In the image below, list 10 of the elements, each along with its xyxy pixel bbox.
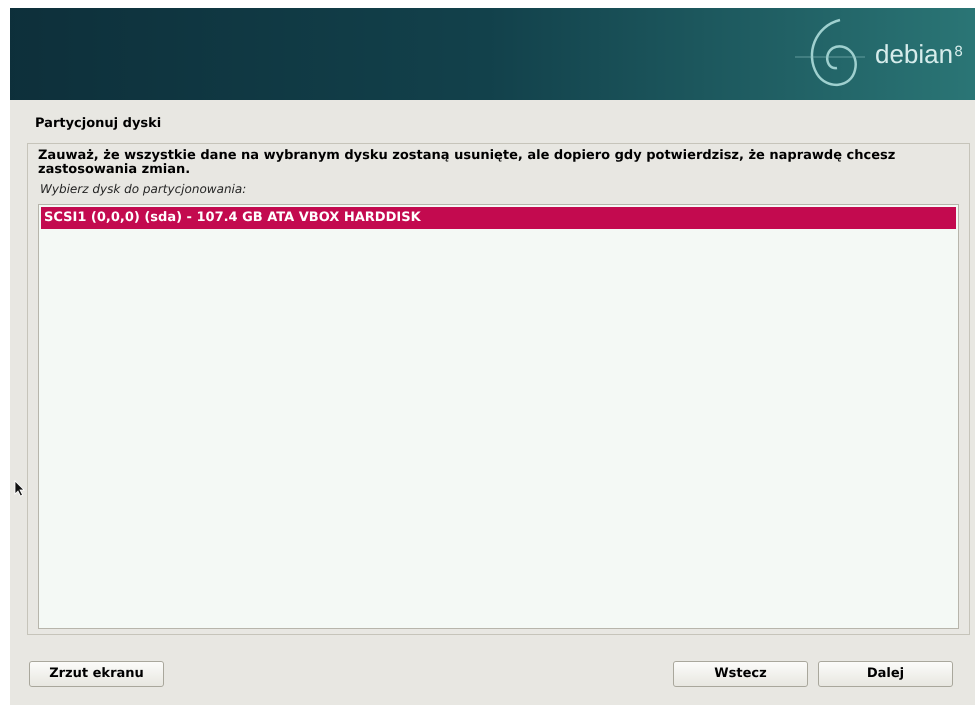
- dialog-button[interactable]: Zrzut ekranu: [29, 661, 164, 687]
- prompt-text: Wybierz dysk do partycjonowania:: [40, 181, 248, 198]
- notice-text: Zauważ, że wszystkie dane na wybranym dysku zostaną usunięte, ale dopiero gdy potwierdzisz, że naprawdę chcesz zastosowania zmian.: [38, 149, 896, 177]
- logo-text: debian: [875, 41, 954, 67]
- disk-list-item[interactable]: SCSI1 (0,0,0) (sda) - 107.4 GB ATA VBOX HARDDISK: [41, 207, 956, 229]
- dialog-button[interactable]: Dalej: [818, 661, 953, 687]
- logo-version: 8: [954, 45, 963, 59]
- dialog-button[interactable]: Wstecz: [673, 661, 808, 687]
- mouse-pointer-icon: [14, 480, 25, 497]
- page-title: Partycjonuj dyski: [35, 115, 162, 133]
